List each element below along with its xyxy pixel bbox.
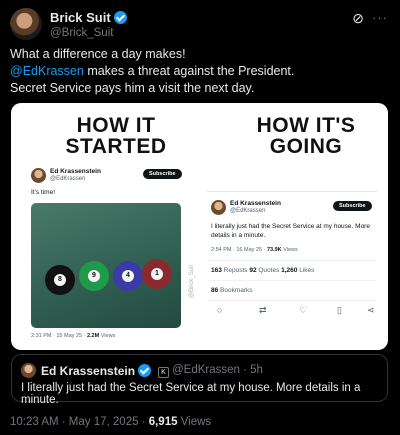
author-name[interactable]: Brick Suit	[50, 10, 111, 25]
tweet-footer: 10:23 AM · May 17, 2025 · 6,915 Views	[10, 416, 211, 428]
mini-meta-views: 2.2M	[86, 333, 100, 339]
heading-left-line-1: HOW IT	[76, 114, 156, 137]
ball-8: 8	[45, 265, 75, 295]
share-icon: ⋖	[367, 305, 375, 315]
quote-author-name[interactable]: Ed Krassenstein	[41, 364, 135, 378]
divider	[207, 300, 377, 301]
meme-image[interactable]: HOW IT STARTED HOW IT'S GOING Ed Krassen…	[11, 103, 388, 350]
avatar[interactable]	[21, 363, 36, 378]
ball-1: 1	[142, 259, 172, 289]
embedded-tweet-left: Ed Krassenstein @EdKrassen Subscribe It'…	[31, 163, 195, 343]
like-icon: ♡	[299, 305, 308, 315]
mini-tweet-text: It's time!	[31, 189, 55, 196]
reply-icon: ○	[217, 305, 223, 315]
ball-number: 8	[54, 274, 66, 286]
view-label: Views	[177, 416, 212, 428]
avatar[interactable]	[10, 8, 42, 40]
more-icon[interactable]: ···	[372, 10, 388, 25]
mini-meta-views: 73.9K	[266, 247, 282, 253]
ball-number: 9	[88, 270, 100, 282]
reposts-count: 163	[211, 267, 222, 274]
bookmark-icon: ▯	[337, 305, 342, 315]
engagement-stats: 163 Reposts 92 Quotes 1,260 Likes	[211, 267, 314, 274]
bookmarks-label: Bookmarks	[218, 287, 253, 294]
tweet-line-2: @EdKrassen makes a threat against the Pr…	[10, 63, 390, 80]
likes-count: 1,260	[281, 267, 298, 274]
mention-link[interactable]: @EdKrassen	[10, 64, 84, 78]
heading-right-line-1: HOW IT'S	[256, 114, 356, 137]
verified-badge-icon	[138, 364, 152, 377]
mini-tweet-meta: 2:54 PM · 16 May 25 · 73.9K Views	[211, 247, 298, 253]
ball-9: 9	[79, 261, 109, 291]
bookmark-stats: 86 Bookmarks	[211, 287, 253, 294]
mini-tweet-meta: 2:31 PM · 15 May 25 · 2.2M Views	[31, 333, 115, 339]
mini-author-handle: @EdKrassen	[230, 208, 266, 214]
quotes-label: Quotes	[256, 267, 282, 274]
grok-icon[interactable]: ⊘	[352, 10, 364, 27]
pool-balls-photo: 8 9 4 1	[31, 203, 181, 328]
heading-how-its-going: HOW IT'S GOING	[226, 115, 386, 157]
tweet-line-1: What a difference a day makes!	[10, 47, 186, 61]
view-count: 6,915	[148, 416, 178, 428]
mini-author-name: Ed Krassenstein	[230, 200, 281, 207]
tweet-line-2-text: makes a threat against the President.	[83, 64, 295, 78]
repost-icon: ⇄	[259, 305, 267, 315]
mini-author-name: Ed Krassenstein	[50, 168, 101, 175]
mini-meta-time: 2:54 PM · 16 May 25 ·	[211, 247, 267, 253]
quote-author-handle: @EdKrassen · 5h	[172, 364, 263, 376]
affiliate-badge-icon: K	[158, 367, 169, 378]
avatar	[31, 168, 46, 183]
heading-left-line-2: STARTED	[65, 135, 167, 158]
mini-meta-views-label: Views	[281, 247, 298, 253]
quote-author-handle-row: K @EdKrassen · 5h	[158, 364, 263, 378]
ball-number: 4	[122, 270, 134, 282]
quote-text: I literally just had the Secret Service …	[21, 382, 361, 406]
mini-meta-views-label: Views	[99, 333, 116, 339]
timestamp[interactable]: 10:23 AM · May 17, 2025 ·	[10, 416, 149, 428]
author-name-row[interactable]: Brick Suit	[50, 10, 127, 25]
ball-number: 1	[151, 268, 163, 280]
reposts-label: Reposts	[221, 267, 250, 274]
subscribe-button: Subscribe	[143, 169, 182, 179]
tweet-line-3: Secret Service pays him a visit the next…	[10, 81, 255, 95]
heading-how-it-started: HOW IT STARTED	[41, 115, 191, 157]
watermark: @Brick_Suit	[189, 264, 195, 298]
ball-4: 4	[113, 261, 143, 291]
subscribe-button: Subscribe	[333, 201, 372, 211]
quote-author-row[interactable]: Ed Krassenstein	[41, 364, 152, 378]
mini-author-handle: @EdKrassen	[50, 176, 86, 182]
author-handle[interactable]: @Brick_Suit	[50, 27, 113, 39]
quoted-tweet[interactable]: Ed Krassenstein K @EdKrassen · 5h I liter…	[11, 354, 388, 406]
verified-badge-icon	[113, 11, 127, 24]
divider	[207, 280, 377, 281]
quotes-count: 92	[249, 267, 257, 274]
mini-tweet-text: I literally just had the Secret Service …	[211, 223, 370, 239]
likes-label: Likes	[297, 267, 315, 274]
heading-right-line-2: GOING	[269, 135, 343, 158]
embedded-tweet-right: Ed Krassenstein @EdKrassen Subscribe I l…	[207, 191, 377, 341]
avatar	[211, 200, 226, 215]
tweet-text: What a difference a day makes! @EdKrasse…	[10, 46, 390, 97]
divider	[207, 260, 377, 261]
mini-meta-time: 2:31 PM · 15 May 25 ·	[31, 333, 87, 339]
tweet-header: Brick Suit @Brick_Suit ⊘ ···	[10, 8, 390, 42]
